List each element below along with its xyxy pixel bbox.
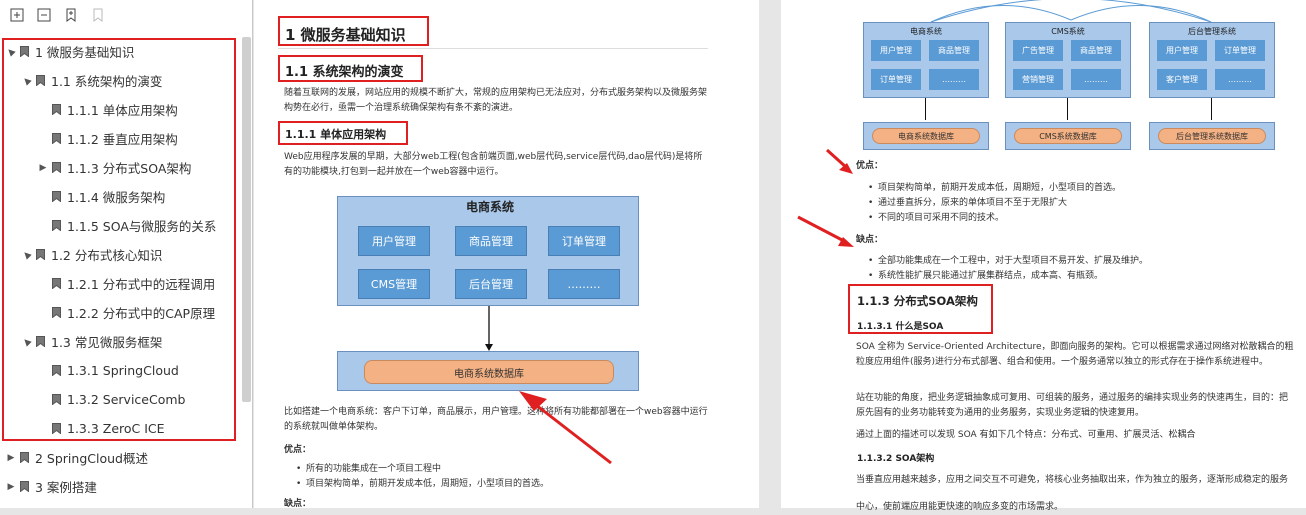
module-box: 商品管理 (1071, 40, 1121, 61)
add-bookmark-icon[interactable] (63, 7, 79, 23)
bookmark-icon (16, 452, 35, 463)
system-title: CMS系统 (1051, 27, 1085, 36)
bookmark-toolbar (0, 0, 252, 30)
expand-all-icon[interactable] (9, 7, 25, 23)
paragraph: 当垂直应用越来越多，应用之间交互不可避免，将核心业务抽取出来，作为独立的服务，逐… (856, 475, 1289, 485)
list-item: 系统性能扩展只能通过扩展集群结点，成本高、有瓶颈。 (866, 269, 1286, 284)
database-cylinder: 后台管理系统数据库 (1158, 128, 1266, 144)
list-item: 全部功能集成在一个工程中，对于大型项目不易开发、扩展及维护。 (866, 254, 1286, 269)
intro-paragraph: 随着互联网的发展，网站应用的规模不断扩大，常规的应用架构已无法应对，分布式服务架… (284, 88, 708, 113)
database-cylinder: 电商系统数据库 (364, 360, 614, 384)
paragraph: 通过上面的描述可以发现 SOA 有如下几个特点：分布式、可重用、扩展灵活、松耦合 (856, 430, 1196, 440)
highlight-box (2, 38, 236, 441)
bookmark-item[interactable]: ▶ 2 SpringCloud概述 (0, 443, 240, 472)
expand-arrow-icon[interactable]: ▶ (6, 453, 16, 463)
list-item: 所有的功能集成在一个项目工程中 (294, 462, 704, 477)
document-page-right: 电商系统 用户管理 商品管理 订单管理……… 电商系统数据库 CMS系统 广告管理 商品管理营… (781, 0, 1306, 512)
collapse-all-icon[interactable] (36, 7, 52, 23)
list-item: 通过垂直拆分，原来的单体项目不至于无限扩大 (866, 196, 1286, 211)
connector-curves (930, 0, 1212, 22)
red-arrow-annotation (797, 215, 854, 247)
module-box: ……… (929, 69, 979, 90)
system-title: 电商系统 (466, 200, 515, 214)
connector-line (1067, 98, 1068, 120)
cons-list: 全部功能集成在一个工程中，对于大型项目不易开发、扩展及维护。 系统性能扩展只能通… (866, 254, 1286, 284)
red-arrow-annotation (519, 391, 612, 465)
expand-arrow-icon[interactable]: ▶ (6, 482, 16, 492)
module-box: ……… (1215, 69, 1265, 90)
module-box: 用户管理 (1157, 40, 1207, 61)
module-box: 订单管理 (548, 226, 620, 256)
system-title: 电商系统 (910, 27, 942, 36)
bookmark-label: 2 SpringCloud概述 (35, 451, 148, 466)
system-title: 后台管理系统 (1188, 27, 1236, 36)
list-item: 不同的项目可采用不同的技术。 (866, 211, 1286, 226)
highlight-box (278, 16, 429, 46)
module-box: 营销管理 (1013, 69, 1063, 90)
connector-line (925, 98, 926, 120)
pros-label: 优点： (284, 445, 312, 455)
bookmark-icon (16, 481, 35, 492)
bookmark-disabled-icon (90, 7, 106, 23)
bookmark-panel: ▲ 1 微服务基础知识 ▲ 1.1 系统架构的演变 1.1.1 单体应用架构 1.1.2 … (0, 0, 253, 508)
document-page-left: 1 微服务基础知识 1.1 系统架构的演变 随着互联网的发展，网站应用的规模不断… (254, 0, 759, 509)
highlight-box (848, 284, 993, 334)
list-item: 项目架构简单，前期开发成本低，周期短，小型项目的首选。 (294, 477, 704, 492)
highlight-box (278, 121, 408, 145)
module-box: 订单管理 (1215, 40, 1265, 61)
bookmark-item[interactable]: ▶ 3 案例搭建 (0, 472, 240, 501)
database-cylinder: 电商系统数据库 (872, 128, 980, 144)
list-item: 项目架构简单，前期开发成本低，周期短，小型项目的首选。 (866, 181, 1286, 196)
module-box: 用户管理 (358, 226, 430, 256)
database-cylinder: CMS系统数据库 (1014, 128, 1122, 144)
module-box: 商品管理 (929, 40, 979, 61)
module-box: ……… (1071, 69, 1121, 90)
paragraph: 比如搭建一个电商系统：客户下订单，商品展示，用户管理。这种将所有功能都部署在一个… (284, 407, 708, 432)
module-box: 用户管理 (871, 40, 921, 61)
module-box: CMS管理 (358, 269, 430, 299)
heading-4: 1.1.3.2 SOA架构 (857, 454, 935, 464)
paragraph: SOA 全称为 Service-Oriented Architecture，即面… (856, 342, 1294, 367)
module-box: 后台管理 (455, 269, 527, 299)
scrollbar[interactable] (242, 37, 251, 402)
module-box: ……… (548, 269, 620, 299)
module-box: 商品管理 (455, 226, 527, 256)
module-box: 客户管理 (1157, 69, 1207, 90)
paragraph: Web应用程序发展的早期，大部分web工程(包含前端页面,web层代码,serv… (284, 152, 703, 177)
pros-list: 所有的功能集成在一个项目工程中 项目架构简单，前期开发成本低，周期短，小型项目的… (294, 462, 704, 492)
pros-label: 优点： (856, 161, 884, 171)
connector-arrow (485, 306, 493, 351)
bookmark-label: 3 案例搭建 (35, 480, 97, 495)
connector-line (1211, 98, 1212, 120)
module-box: 广告管理 (1013, 40, 1063, 61)
paragraph: 站在功能的角度，把业务逻辑抽象成可复用、可组装的服务，通过服务的编排实现业务的快… (856, 393, 1289, 418)
red-arrow-annotation (825, 148, 853, 174)
cons-label: 缺点： (284, 499, 312, 509)
pros-list: 项目架构简单，前期开发成本低，周期短，小型项目的首选。 通过垂直拆分，原来的单体… (866, 181, 1286, 226)
highlight-box (278, 55, 423, 82)
cons-label: 缺点： (856, 235, 884, 245)
module-box: 订单管理 (871, 69, 921, 90)
